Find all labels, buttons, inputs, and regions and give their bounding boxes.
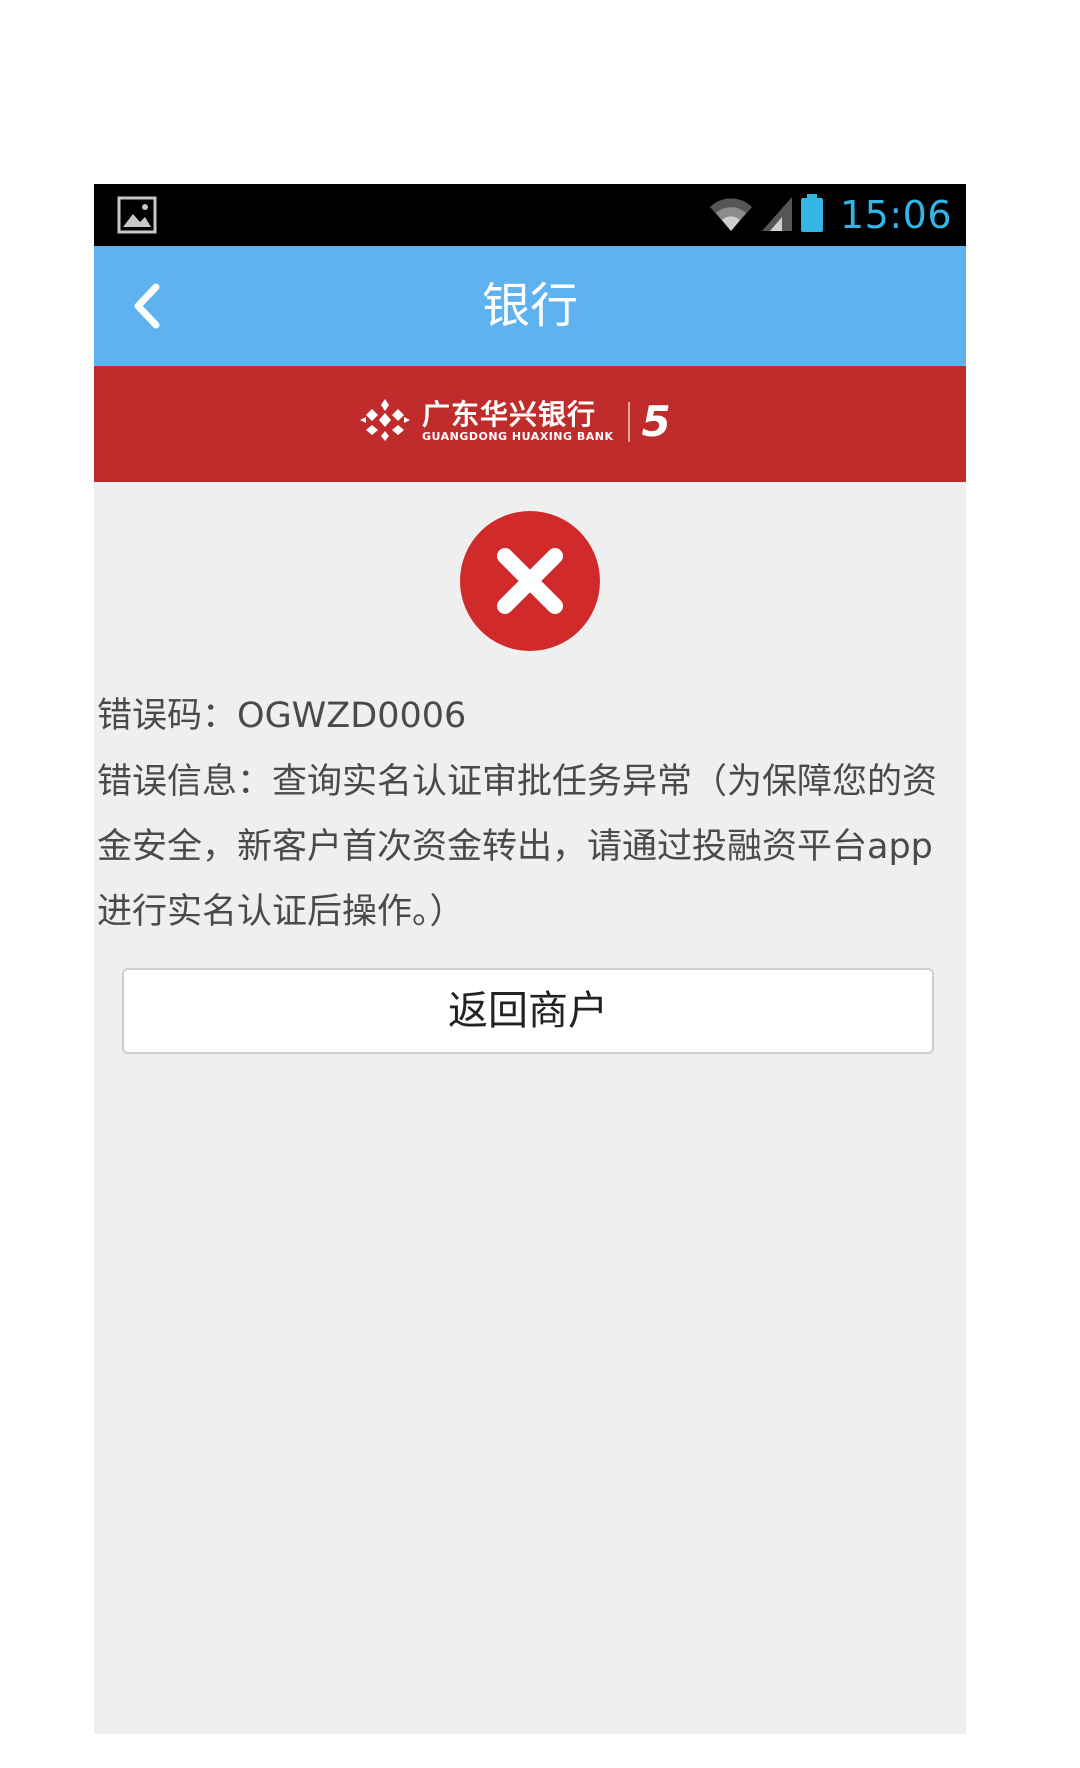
clock: 15:06 <box>839 193 952 237</box>
anniversary-badge: 5 <box>641 397 671 446</box>
bank-name-en: GUANGDONG HUAXING BANK <box>422 430 614 443</box>
image-notification-icon <box>116 194 158 240</box>
error-code-label: 错误码： <box>97 696 238 736</box>
title-bar: 银行 <box>94 246 966 366</box>
phone-screen: 15:06 银行 广东华兴银行 GUANGDONG HUAXING BANK 5… <box>94 184 966 1734</box>
status-icons: 15:06 <box>708 184 952 246</box>
bank-logo: 广东华兴银行 GUANGDONG HUAXING BANK 5 <box>358 397 671 447</box>
back-button[interactable] <box>114 274 178 338</box>
page-title: 银行 <box>481 278 578 334</box>
error-message: 错误信息：查询实名认证审批任务异常（为保障您的资金安全，新客户首次资金转出，请通… <box>97 750 955 945</box>
signal-icon <box>760 193 794 237</box>
bank-name-cn: 广东华兴银行 <box>422 398 597 431</box>
error-code-value: OGWZD0006 <box>237 696 467 736</box>
error-code: 错误码：OGWZD0006 <box>97 688 955 744</box>
error-x-icon <box>460 511 600 655</box>
status-bar: 15:06 <box>94 184 966 246</box>
wifi-icon <box>708 193 754 237</box>
bank-banner: 广东华兴银行 GUANGDONG HUAXING BANK 5 <box>94 366 966 482</box>
return-to-merchant-button[interactable]: 返回商户 <box>122 968 934 1054</box>
error-message-label: 错误信息： <box>97 762 273 802</box>
logo-divider <box>627 402 630 442</box>
battery-icon <box>800 193 824 237</box>
bank-emblem-icon <box>358 397 412 447</box>
chevron-left-icon <box>134 283 160 329</box>
